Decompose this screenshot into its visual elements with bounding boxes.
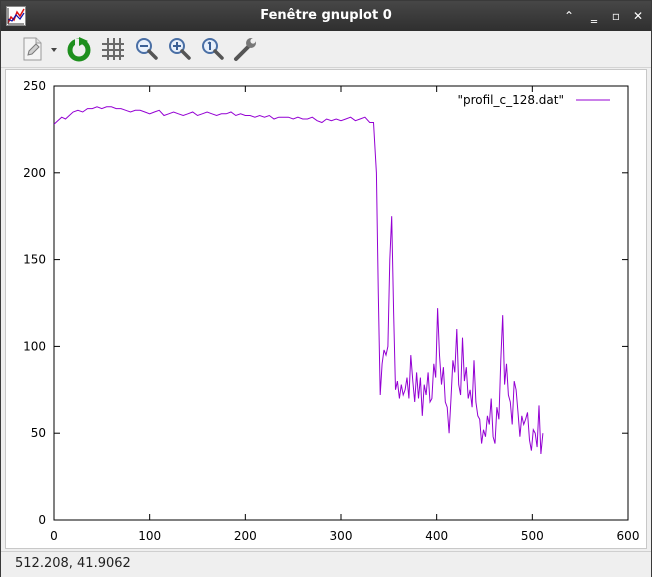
zoom-next-button[interactable]	[165, 35, 193, 63]
zoom-previous-button[interactable]	[132, 35, 160, 63]
y-tick-label: 150	[23, 253, 46, 267]
export-menu-button[interactable]	[19, 35, 61, 63]
close-button[interactable]: ✕	[629, 7, 647, 25]
zoom-in-icon	[169, 38, 191, 60]
gnuplot-window: Fenêtre gnuplot 0 ⌃ ‗ ▫ ✕ 0 100 200 300 …	[0, 0, 652, 577]
refresh-icon	[67, 37, 91, 62]
x-tick-label: 400	[425, 529, 448, 543]
x-tick-label: 500	[521, 529, 544, 543]
window-minimize-button[interactable]: ‗	[585, 7, 603, 25]
legend-label: "profil_c_128.dat"	[457, 93, 564, 107]
y-tick-label: 250	[23, 79, 46, 93]
title-bar[interactable]: Fenêtre gnuplot 0 ⌃ ‗ ▫ ✕	[1, 1, 651, 31]
cursor-coordinates: 512.208, 41.9062	[15, 556, 131, 571]
zoom-reset-icon	[202, 38, 224, 60]
x-tick-label: 100	[138, 529, 161, 543]
settings-button[interactable]	[231, 35, 259, 63]
series-line	[53, 106, 544, 455]
grid-toggle-button[interactable]	[99, 35, 127, 63]
x-tick-label: 600	[617, 529, 640, 543]
minimize-button[interactable]: ⌃	[560, 7, 578, 25]
autoscale-button[interactable]	[198, 35, 226, 63]
status-bar: 512.208, 41.9062	[1, 551, 651, 577]
x-tick-label: 0	[50, 529, 58, 543]
replot-button[interactable]	[65, 35, 93, 63]
export-document-icon	[23, 37, 57, 61]
toolbar	[1, 31, 651, 68]
y-tick-label: 0	[38, 513, 46, 527]
wrench-icon	[234, 38, 256, 61]
maximize-button[interactable]: ▫	[607, 7, 625, 25]
y-tick-label: 50	[31, 426, 46, 440]
y-tick-label: 200	[23, 166, 46, 180]
y-tick-label: 100	[23, 339, 46, 353]
line-chart: 0 100 200 300 400 500 600 0 50 100 150 200 250 "profi…	[23, 79, 640, 543]
x-tick-label: 300	[330, 529, 353, 543]
window-title: Fenêtre gnuplot 0	[260, 8, 392, 23]
x-tick-label: 200	[234, 529, 257, 543]
zoom-out-icon	[136, 38, 158, 60]
grid-icon	[102, 38, 124, 60]
plot-border	[53, 85, 629, 521]
plot-canvas[interactable]: 0 100 200 300 400 500 600 0 50 100 150 200 250 "profi…	[5, 69, 647, 549]
